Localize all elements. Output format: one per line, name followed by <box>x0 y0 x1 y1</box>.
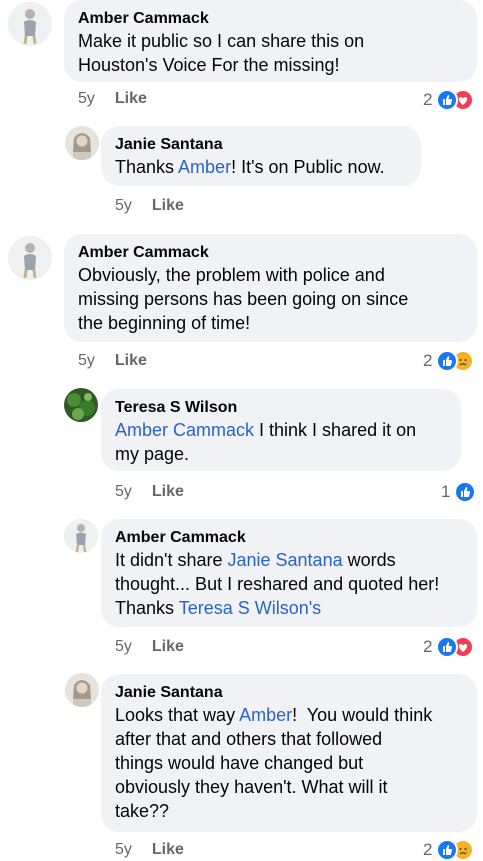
comment-bubble: Teresa S Wilson Amber Cammack I think I … <box>101 389 461 471</box>
reaction-summary[interactable]: 2 <box>423 839 475 861</box>
comment-text: Amber Cammack I think I shared it on <box>115 420 417 440</box>
comment-text: Thanks Teresa S Wilson's <box>115 598 322 618</box>
comment-bubble: Amber Cammack Make it public so I can sh… <box>64 0 477 82</box>
comment-author[interactable]: Amber Cammack <box>78 242 463 263</box>
comment-text-line: things would have changed but <box>115 753 364 773</box>
comment-actions: 5y Like <box>115 483 184 501</box>
mention-link[interactable]: Amber <box>178 157 231 177</box>
mention-link[interactable]: Amber Cammack <box>115 420 254 440</box>
comment-bubble: Amber Cammack It didn't share Janie Sant… <box>101 519 477 627</box>
like-button[interactable]: Like <box>152 197 184 214</box>
mention-link[interactable]: Teresa S Wilson's <box>179 598 321 618</box>
like-button[interactable]: Like <box>115 352 147 369</box>
avatar-janie-santana[interactable] <box>65 126 99 160</box>
reaction-count: 2 <box>423 637 433 656</box>
comment-timestamp[interactable]: 5y <box>115 197 132 214</box>
like-button[interactable]: Like <box>152 483 184 500</box>
reaction-count: 2 <box>423 90 433 109</box>
comment-author[interactable]: Janie Santana <box>115 682 463 703</box>
comment-author[interactable]: Janie Santana <box>115 134 407 155</box>
comment-timestamp[interactable]: 5y <box>78 90 95 107</box>
avatar-teresa-s-wilson[interactable] <box>64 388 98 422</box>
comment-text: It didn't share Janie Santana words <box>115 550 396 570</box>
comment-bubble: Janie Santana Thanks Amber! It's on Publ… <box>101 126 421 186</box>
comment-actions: 5y Like <box>78 90 147 108</box>
like-button[interactable]: Like <box>115 90 147 107</box>
reaction-summary[interactable]: 2 <box>423 350 475 372</box>
reaction-count: 2 <box>423 840 433 859</box>
comment-text-line: obviously they haven't. What will it <box>115 777 388 797</box>
reaction-summary[interactable]: 2 <box>423 636 475 658</box>
comment-timestamp[interactable]: 5y <box>78 352 95 369</box>
avatar-amber-cammack[interactable] <box>8 236 52 280</box>
comment-text-line: after that and others that followed <box>115 729 383 749</box>
like-reaction-icon <box>454 481 477 503</box>
comment-actions: 5y Like <box>78 352 147 370</box>
comment-bubble: Amber Cammack Obviously, the problem wit… <box>64 234 477 342</box>
like-reaction-icon <box>436 350 459 372</box>
reaction-count: 2 <box>423 351 433 370</box>
avatar-amber-cammack[interactable] <box>8 2 52 46</box>
comment-text-line: thought... But I reshared and quoted her… <box>115 574 440 594</box>
comment-actions: 5y Like <box>115 638 184 656</box>
mention-link[interactable]: Amber <box>239 705 292 725</box>
comment-text-line: the beginning of time! <box>78 313 251 333</box>
like-reaction-icon <box>436 89 459 111</box>
avatar-amber-cammack[interactable] <box>64 519 98 553</box>
comment-text: Looks that way Amber! You would think <box>115 705 433 725</box>
mention-link[interactable]: Janie Santana <box>228 550 343 570</box>
comment-author[interactable]: Teresa S Wilson <box>115 397 447 418</box>
comment-text-line: Obviously, the problem with police and <box>78 265 385 285</box>
comment-timestamp[interactable]: 5y <box>115 483 132 500</box>
like-button[interactable]: Like <box>152 638 184 655</box>
comment-text: Thanks Amber! It's on Public now. <box>115 157 385 177</box>
comment-actions: 5y Like <box>115 841 184 859</box>
comment-bubble: Janie Santana Looks that way Amber! You … <box>101 674 477 832</box>
reaction-summary[interactable]: 2 <box>423 89 475 111</box>
avatar-janie-santana[interactable] <box>65 673 99 707</box>
comment-text-line: take?? <box>115 801 170 821</box>
comment-author[interactable]: Amber Cammack <box>78 8 463 29</box>
reaction-summary[interactable]: 1 <box>441 481 477 503</box>
comment-text-line: missing persons has been going on since <box>78 289 409 309</box>
comment-text-line: Make it public so I can share this on <box>78 31 365 51</box>
comment-actions: 5y Like <box>115 197 184 215</box>
like-reaction-icon <box>436 636 459 658</box>
like-button[interactable]: Like <box>152 841 184 858</box>
like-reaction-icon <box>436 839 459 861</box>
comment-author[interactable]: Amber Cammack <box>115 527 463 548</box>
reaction-count: 1 <box>441 482 451 501</box>
comment-timestamp[interactable]: 5y <box>115 841 132 858</box>
comment-timestamp[interactable]: 5y <box>115 638 132 655</box>
comment-text-line: Houston's Voice For the missing! <box>78 55 340 75</box>
comment-text-line: my page. <box>115 444 190 464</box>
